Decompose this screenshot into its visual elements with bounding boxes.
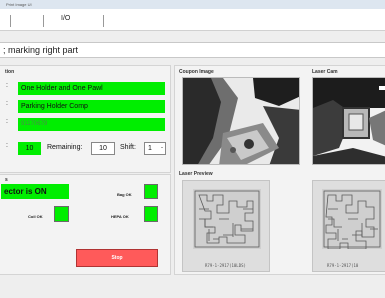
hepa-ok-indicator [144,206,158,222]
part-desc-value: Parking Holder Comp [21,103,88,110]
bag-ok-label: Bag OK [117,192,132,197]
window-title: Print Image UI [6,2,32,7]
bag-ok-indicator [144,184,158,199]
preview-caption-1: R79-1-2917(10LDS) [205,263,246,268]
status-text: ; marking right part [3,45,79,55]
laser-status-indicator: ector is ON [1,184,69,199]
count-value: 10 [25,145,34,152]
field-colon: : [6,82,8,89]
part-number-value: 91170679 [21,121,48,127]
count-field: 10 [18,142,41,155]
laser-cam-image [312,77,385,165]
remaining-value: 10 [99,145,107,152]
laser-preview-2: R79-1-2917(10 [312,180,385,272]
laser-status-text: ector is ON [4,187,47,196]
coil-ok-indicator [54,206,69,222]
menu-io[interactable]: I/O [61,15,70,22]
data-matrix-icon [322,189,382,249]
preview-caption-2: R79-1-2917(10 [327,263,359,268]
part-number-field: 91170679 [18,118,165,131]
hepa-ok-label: HEPA OK [111,214,129,219]
shift-label: Shift: [120,144,136,151]
window-titlebar: Print Image UI [0,0,385,9]
field-colon: : [6,118,8,125]
part-name-field: One Holder and One Pawl [18,82,165,95]
field-colon: : [6,100,8,107]
laser-preview-title: Laser Preview [179,171,213,177]
stop-button[interactable]: Stop [76,249,158,267]
stop-button-label: Stop [111,255,123,261]
shift-value: 1 [148,145,152,152]
menu-separator [43,15,44,27]
menu-bar: I/O [0,9,385,31]
part-info-panel: tion : One Holder and One Pawl : Parking… [0,65,171,173]
laser-cam-title: Laser Cam [312,69,338,75]
shift-stepper[interactable]: 1 - [144,142,166,155]
menu-separator [103,15,104,27]
data-matrix-icon [193,189,261,249]
image-panel: Coupon Image Laser Cam Laser Preview R79… [174,65,385,275]
remaining-label: Remaining: [47,144,83,151]
coupon-image [182,77,300,165]
laser-preview-1: R79-1-2917(10LDS) [182,180,270,272]
coupon-image-title: Coupon Image [179,69,214,75]
coupon-photo [183,78,299,164]
panel-title-part-info: tion [5,69,15,75]
field-colon: : [6,142,8,149]
part-desc-field: Parking Holder Comp [18,100,165,113]
menu-separator [10,15,11,27]
remaining-input[interactable]: 10 [91,142,115,155]
coil-ok-label: Coil OK [28,214,43,219]
part-name-value: One Holder and One Pawl [21,85,103,92]
panel-title-status: s [5,177,8,183]
spinner-arrows-icon[interactable]: - [161,143,163,154]
laser-cam-photo [313,78,385,164]
status-text-bar: ; marking right part [0,42,385,58]
